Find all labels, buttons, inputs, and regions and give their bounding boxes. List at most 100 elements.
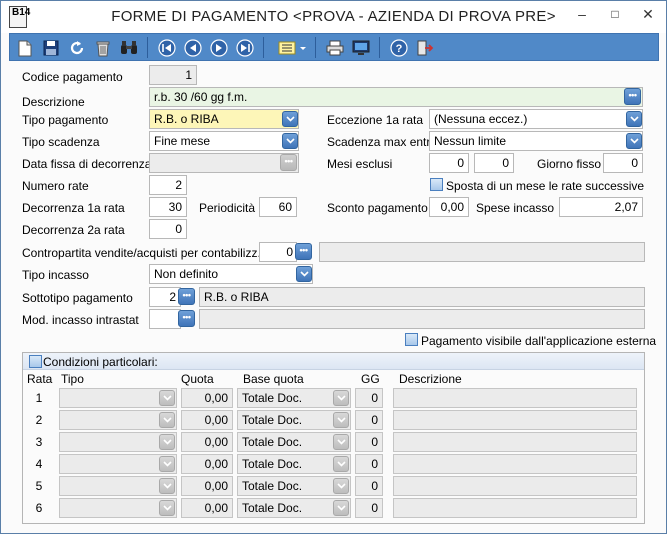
quota-field[interactable]: 0,00 [181,454,233,474]
descrizione-lookup-button[interactable]: ••• [624,88,641,105]
codice-pagamento-field[interactable]: 1 [149,65,197,85]
sottotipo-pagamento-label: Sottotipo pagamento [22,291,133,305]
quota-field[interactable]: 0,00 [181,410,233,430]
mod-incasso-intrastat-field[interactable] [149,309,181,329]
spese-incasso-label: Spese incasso [476,201,555,215]
tipo-incasso-label: Tipo incasso [22,268,89,282]
codice-pagamento-label: Codice pagamento [22,70,123,84]
next-record-icon[interactable] [208,37,230,59]
data-fissa-lookup-button[interactable]: ••• [280,154,297,171]
gg-field[interactable]: 0 [355,476,383,496]
tipo-pagamento-select[interactable]: R.B. o RIBA [149,109,299,129]
new-icon[interactable] [14,37,36,59]
tipo-chevron-down-icon[interactable] [159,412,175,428]
decorrenza-2a-rata-field[interactable]: 0 [149,219,187,239]
tipo-incasso-select[interactable]: Non definito [149,264,313,284]
close-icon[interactable]: ✕ [637,5,659,25]
col-header-base-quota: Base quota [243,372,304,386]
list-options-icon[interactable] [276,37,310,59]
title-bar: B14 FORME DI PAGAMENTO <PROVA - AZIENDA … [1,1,666,33]
tipo-pagamento-chevron-down-icon[interactable] [282,111,298,127]
previous-record-icon[interactable] [182,37,204,59]
quota-field[interactable]: 0,00 [181,498,233,518]
col-header-quota: Quota [181,372,214,386]
decorrenza-1a-rata-field[interactable]: 30 [149,197,187,217]
pagamento-visibile-checkbox[interactable] [405,333,418,346]
mesi-esclusi-field-2[interactable]: 0 [474,153,514,173]
sottotipo-pagamento-field[interactable]: 2 [149,287,181,307]
tipo-scadenza-label: Tipo scadenza [22,135,100,149]
tipo-chevron-down-icon[interactable] [159,456,175,472]
base-quota-chevron-down-icon[interactable] [333,412,349,428]
quota-field[interactable]: 0,00 [181,388,233,408]
gg-field[interactable]: 0 [355,498,383,518]
data-fissa-decorrenza-field[interactable] [149,153,299,173]
descrizione-field[interactable]: r.b. 30 /60 gg f.m. [149,87,643,107]
decorrenza-1a-rata-label: Decorrenza 1a rata [22,201,125,215]
tipo-chevron-down-icon[interactable] [159,500,175,516]
scadenza-max-entro-select[interactable]: Nessun limite [429,131,643,151]
giorno-fisso-field[interactable]: 0 [603,153,643,173]
col-header-descrizione: Descrizione [399,372,462,386]
quota-field[interactable]: 0,00 [181,432,233,452]
first-record-icon[interactable] [156,37,178,59]
rata-number: 3 [35,435,43,449]
tipo-scadenza-chevron-down-icon[interactable] [282,133,298,149]
eccezione-1a-rata-select[interactable]: (Nessuna eccez.) [429,109,643,129]
tipo-chevron-down-icon[interactable] [159,390,175,406]
quota-field[interactable]: 0,00 [181,476,233,496]
sconto-pagamento-field[interactable]: 0,00 [429,197,469,217]
condizioni-particolari-checkbox[interactable] [29,355,42,368]
base-quota-chevron-down-icon[interactable] [333,390,349,406]
descrizione-field[interactable] [393,454,637,474]
mesi-esclusi-field-1[interactable]: 0 [429,153,469,173]
window-title: FORME DI PAGAMENTO <PROVA - AZIENDA DI P… [111,8,556,25]
gg-field[interactable]: 0 [355,388,383,408]
print-icon[interactable] [324,37,346,59]
rata-number: 6 [35,501,43,515]
mod-incasso-intrastat-label: Mod. incasso intrastat [22,313,139,327]
sposta-mese-checkbox[interactable] [430,178,443,191]
base-quota-chevron-down-icon[interactable] [333,500,349,516]
condizioni-header: Condizioni particolari: [23,353,644,370]
main-window: B14 FORME DI PAGAMENTO <PROVA - AZIENDA … [0,0,667,534]
tipo-incasso-chevron-down-icon[interactable] [296,266,312,282]
preview-icon[interactable] [350,37,372,59]
tipo-chevron-down-icon[interactable] [159,478,175,494]
mesi-esclusi-label: Mesi esclusi [327,157,393,171]
descrizione-field[interactable] [393,410,637,430]
save-icon[interactable] [40,37,62,59]
maximize-icon[interactable]: □ [604,5,626,25]
gg-field[interactable]: 0 [355,410,383,430]
periodicita-field[interactable]: 60 [259,197,297,217]
sconto-pagamento-label: Sconto pagamento [327,201,428,215]
gg-field[interactable]: 0 [355,432,383,452]
contropartita-field[interactable]: 0 [259,242,297,262]
delete-icon[interactable] [92,37,114,59]
minimize-icon[interactable]: – [571,5,593,25]
data-fissa-decorrenza-label: Data fissa di decorrenza [22,157,152,171]
descrizione-field[interactable] [393,498,637,518]
last-record-icon[interactable] [234,37,256,59]
contropartita-lookup-button[interactable]: ••• [295,243,312,260]
mod-incasso-lookup-button[interactable]: ••• [178,310,195,327]
base-quota-chevron-down-icon[interactable] [333,478,349,494]
undo-icon[interactable] [66,37,88,59]
pagamento-visibile-label: Pagamento visibile dall'applicazione est… [421,334,657,348]
help-icon[interactable]: ? [388,37,410,59]
scadenza-max-chevron-down-icon[interactable] [626,133,642,149]
base-quota-chevron-down-icon[interactable] [333,434,349,450]
eccezione-chevron-down-icon[interactable] [626,111,642,127]
tipo-chevron-down-icon[interactable] [159,434,175,450]
gg-field[interactable]: 0 [355,454,383,474]
sottotipo-lookup-button[interactable]: ••• [178,288,195,305]
tipo-scadenza-select[interactable]: Fine mese [149,131,299,151]
descrizione-field[interactable] [393,388,637,408]
base-quota-chevron-down-icon[interactable] [333,456,349,472]
find-icon[interactable] [118,37,140,59]
exit-icon[interactable] [414,37,436,59]
descrizione-field[interactable] [393,432,637,452]
spese-incasso-field[interactable]: 2,07 [559,197,643,217]
descrizione-field[interactable] [393,476,637,496]
numero-rate-field[interactable]: 2 [149,175,187,195]
